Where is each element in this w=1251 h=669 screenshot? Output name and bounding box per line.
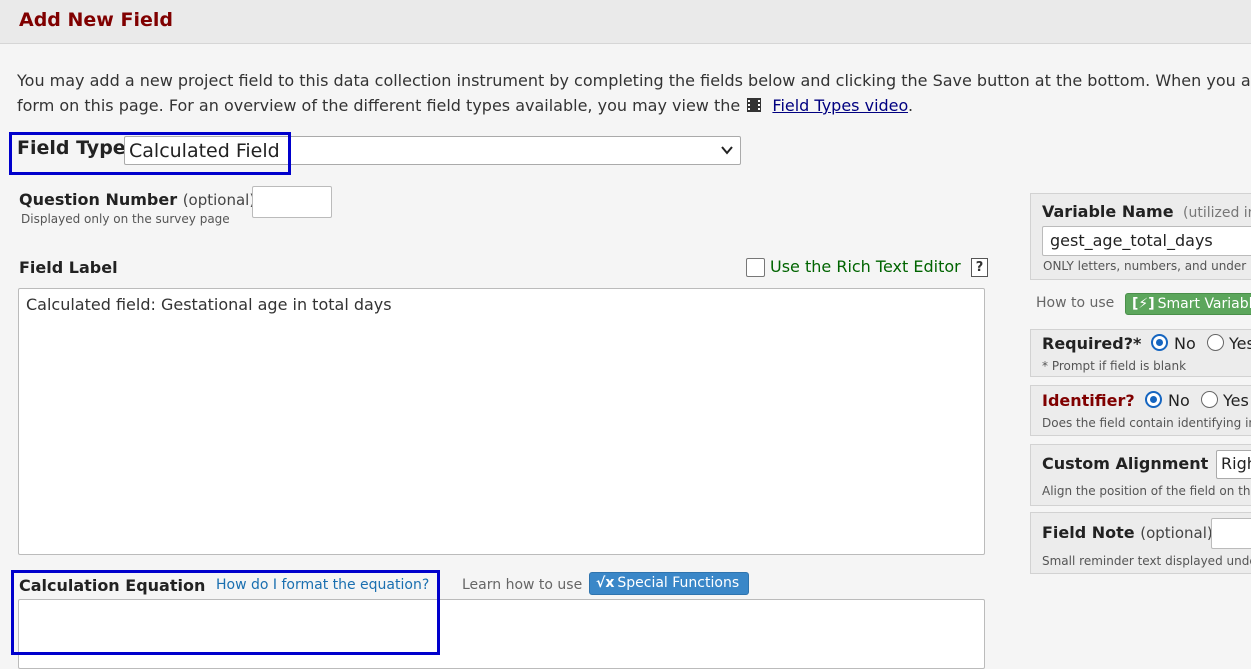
bolt-icon: [⚡] [1132,296,1155,312]
required-no-radio[interactable] [1151,334,1168,351]
identifier-label: Identifier? [1042,391,1135,410]
required-label: Required?* [1042,334,1142,353]
intro-line-2-text: form on this page. For an overview of th… [17,96,741,115]
required-yes-label[interactable]: Yes [1229,334,1251,353]
intro-line-2: form on this page. For an overview of th… [17,93,1251,118]
variable-name-input[interactable]: gest_age_total_days [1042,226,1251,256]
special-functions-label: Special Functions [617,575,740,591]
variable-name-note: (utilized in [1183,205,1251,221]
custom-alignment-label: Custom Alignment [1042,454,1209,473]
smart-variables-button[interactable]: [⚡] Smart Variabl [1125,293,1251,315]
required-yes-radio[interactable] [1207,334,1224,351]
film-icon [747,98,762,112]
identifier-no-radio[interactable] [1145,391,1162,408]
field-note-input[interactable] [1211,518,1251,549]
question-number-optional: (optional) [182,191,256,209]
required-hint: * Prompt if field is blank [1042,359,1187,373]
question-number-input[interactable] [252,186,332,218]
custom-alignment-select[interactable]: Righ [1216,450,1251,479]
question-number-hint: Displayed only on the survey page [21,212,230,226]
dialog-title: Add New Field [19,9,173,31]
identifier-yes-radio[interactable] [1201,391,1218,408]
required-no-label[interactable]: No [1174,334,1196,353]
learn-how-label: Learn how to use [462,577,583,593]
custom-alignment-hint: Align the position of the field on the [1042,484,1251,498]
identifier-no-label[interactable]: No [1168,391,1190,410]
field-label-label: Field Label [19,258,118,277]
smart-variables-label: Smart Variabl [1157,296,1251,312]
field-note-label: Field Note (optional) [1042,523,1213,542]
field-label-textarea[interactable]: Calculated field: Gestational age in tot… [18,288,985,555]
question-number-label-text: Question Number [19,190,178,209]
field-note-hint: Small reminder text displayed under [1042,554,1251,568]
field-note-label-text: Field Note [1042,523,1135,542]
rich-text-editor-label[interactable]: Use the Rich Text Editor [770,257,961,276]
rich-text-editor-checkbox[interactable] [746,258,765,277]
question-number-label: Question Number (optional) [19,190,255,209]
sqrt-icon: √x [596,575,615,591]
intro-line-2-end: . [908,96,914,115]
chevron-down-icon [721,146,733,155]
field-types-video-link[interactable]: Field Types video [772,96,908,115]
intro-text: You may add a new project field to this … [17,68,1251,118]
highlight-box-calc-equation [11,570,440,655]
dialog-header [0,0,1251,44]
help-icon[interactable]: ? [971,258,988,277]
intro-line-1: You may add a new project field to this … [17,71,1251,90]
highlight-box-field-type [9,132,291,175]
variable-name-hint: ONLY letters, numbers, and under [1043,259,1247,273]
special-functions-button[interactable]: √x Special Functions [589,572,750,595]
identifier-yes-label[interactable]: Yes [1223,391,1249,410]
variable-name-label: Variable Name [1042,202,1174,221]
identifier-hint: Does the field contain identifying inf [1042,416,1251,430]
field-note-optional: (optional) [1140,524,1213,542]
how-to-use-label: How to use [1036,295,1115,311]
